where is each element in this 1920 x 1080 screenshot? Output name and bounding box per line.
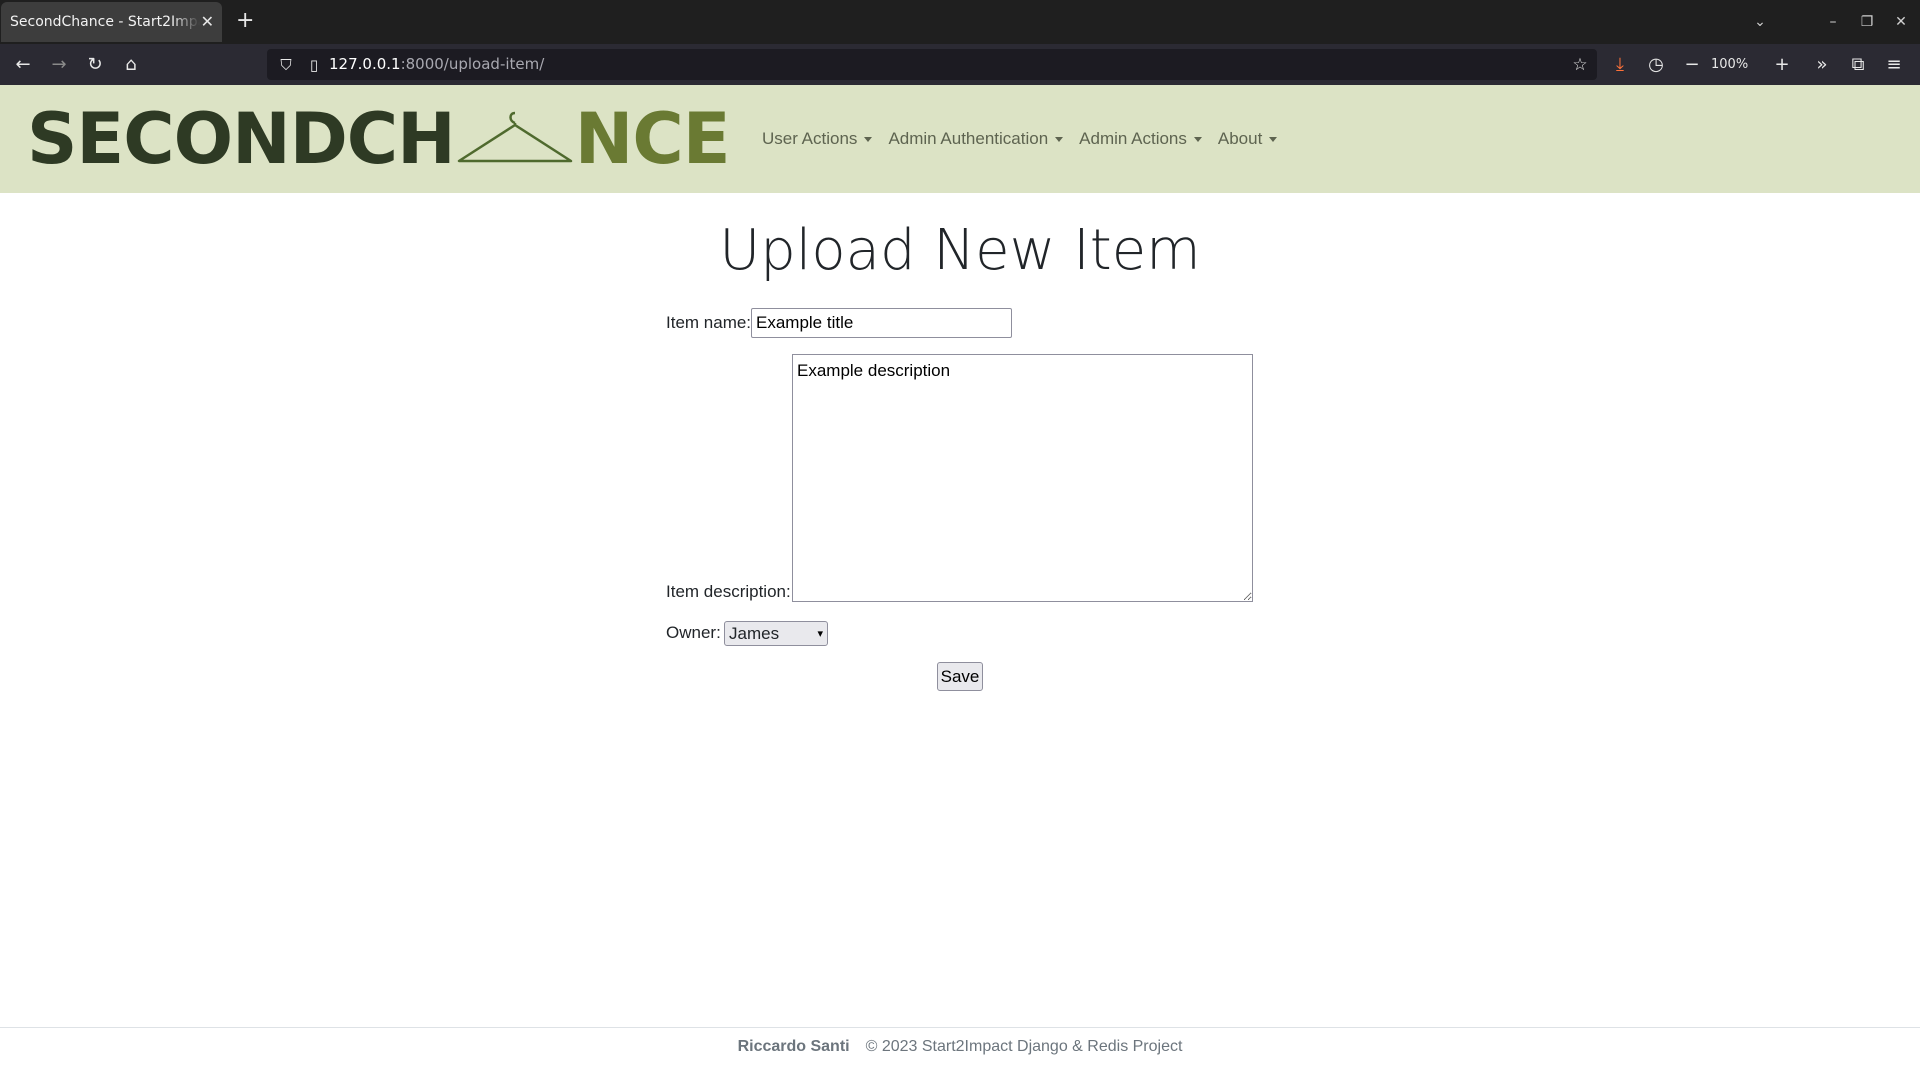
tab-close-icon[interactable]: ✕ bbox=[201, 12, 214, 31]
owner-select[interactable]: James ▾ bbox=[724, 621, 828, 646]
url-text[interactable]: 127.0.0.1:8000/upload-item/ bbox=[329, 49, 544, 80]
overflow-chevrons-icon[interactable]: » bbox=[1805, 44, 1839, 85]
owner-select-value: James bbox=[729, 623, 780, 643]
browser-tab-bar: SecondChance - Start2Impact ✕ + ⌄ – ❐ ✕ bbox=[0, 0, 1920, 44]
footer-divider bbox=[0, 1027, 1920, 1028]
page-title: Upload New Item bbox=[719, 218, 1201, 283]
nav-user-actions[interactable]: User Actions bbox=[762, 129, 873, 149]
caret-down-icon bbox=[1193, 136, 1202, 142]
save-button[interactable]: Save bbox=[937, 662, 983, 691]
hanger-icon bbox=[457, 111, 573, 163]
minimize-icon[interactable]: – bbox=[1818, 0, 1848, 44]
nav-admin-actions[interactable]: Admin Actions bbox=[1079, 129, 1202, 149]
item-description-label: Item description: bbox=[666, 582, 791, 601]
zoom-in-icon[interactable]: + bbox=[1765, 44, 1799, 85]
item-name-input[interactable] bbox=[751, 308, 1012, 338]
nav-admin-authentication[interactable]: Admin Authentication bbox=[888, 129, 1064, 149]
item-name-label: Item name: bbox=[666, 313, 752, 332]
nav-user-actions-label: User Actions bbox=[762, 129, 858, 148]
browser-toolbar: ← → ↻ ⌂ ⛉ ▯ 127.0.0.1:8000/upload-item/ … bbox=[0, 44, 1920, 85]
caret-down-icon bbox=[1055, 136, 1064, 142]
item-description-textarea[interactable]: Example description bbox=[792, 354, 1253, 602]
restore-icon[interactable]: ❐ bbox=[1852, 0, 1882, 44]
nav-admin-authentication-label: Admin Authentication bbox=[888, 129, 1049, 148]
page-icon: ▯ bbox=[309, 55, 319, 74]
chevron-down-icon: ▾ bbox=[817, 628, 823, 640]
main-nav: User Actions Admin Authentication Admin … bbox=[762, 85, 1293, 193]
bookmark-star-icon[interactable]: ☆ bbox=[1563, 44, 1597, 85]
extensions-icon[interactable]: ⧉ bbox=[1841, 44, 1875, 85]
footer-copyright: © 2023 Start2Impact Django & Redis Proje… bbox=[865, 1038, 1183, 1055]
forward-icon[interactable]: → bbox=[42, 44, 76, 85]
url-host: 127.0.0.1 bbox=[329, 55, 401, 73]
nav-about-label: About bbox=[1217, 129, 1263, 148]
address-bar[interactable]: ⛉ ▯ 127.0.0.1:8000/upload-item/ ☆ bbox=[267, 49, 1597, 80]
new-tab-icon[interactable]: + bbox=[236, 8, 254, 34]
caret-down-icon bbox=[864, 136, 873, 142]
app-menu-icon[interactable]: ≡ bbox=[1877, 44, 1911, 85]
zoom-level[interactable]: 100% bbox=[1711, 44, 1748, 85]
window-close-icon[interactable]: ✕ bbox=[1886, 0, 1916, 44]
zoom-out-icon[interactable]: − bbox=[1675, 44, 1709, 85]
url-path: :8000/upload-item/ bbox=[400, 55, 545, 73]
footer-author: Riccardo Santi bbox=[737, 1038, 850, 1055]
caret-down-icon bbox=[1269, 136, 1278, 142]
footer: Riccardo Santi © 2023 Start2Impact Django… bbox=[0, 1038, 1920, 1056]
home-icon[interactable]: ⌂ bbox=[114, 44, 148, 85]
logo-text-part1: SECONDCH bbox=[27, 98, 456, 180]
nav-admin-actions-label: Admin Actions bbox=[1079, 129, 1187, 148]
owner-label: Owner: bbox=[666, 623, 721, 642]
site-header: SECONDCH NCE User Actions Admin Authenti… bbox=[0, 85, 1920, 193]
tab-list-chevron-icon[interactable]: ⌄ bbox=[1745, 0, 1775, 44]
back-icon[interactable]: ← bbox=[6, 44, 40, 85]
site-logo[interactable]: SECONDCH NCE bbox=[27, 98, 731, 180]
logo-text-part2: NCE bbox=[574, 98, 731, 180]
browser-tab[interactable]: SecondChance - Start2Impact ✕ bbox=[1, 2, 222, 42]
reload-icon[interactable]: ↻ bbox=[78, 44, 112, 85]
download-icon[interactable]: ⤓ bbox=[1603, 44, 1637, 85]
tab-title: SecondChance - Start2Impact bbox=[10, 14, 200, 30]
history-icon[interactable]: ◷ bbox=[1639, 44, 1673, 85]
nav-about[interactable]: About bbox=[1217, 129, 1278, 149]
